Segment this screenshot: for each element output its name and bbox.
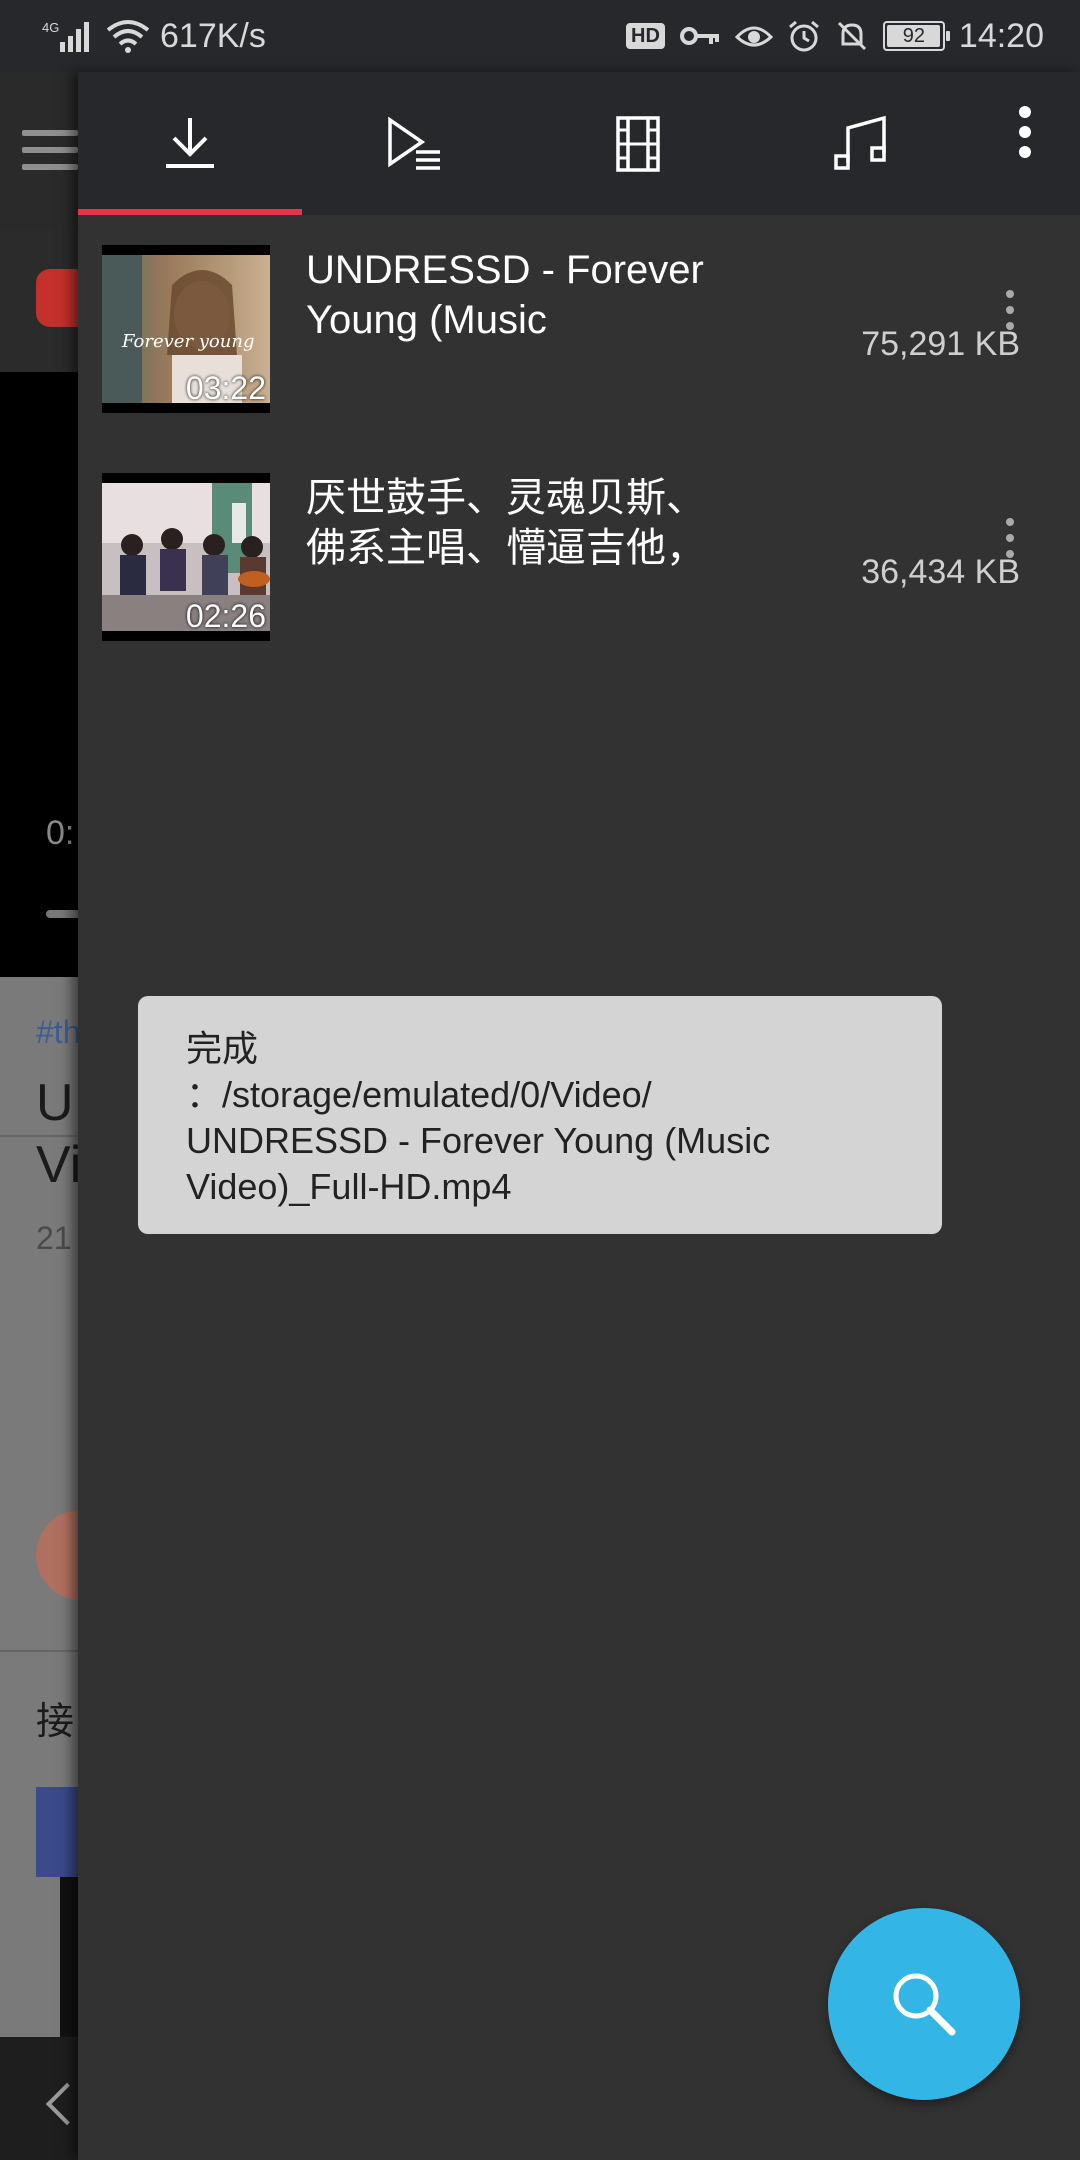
list-item[interactable]: 02:26 厌世鼓手、灵魂贝斯、佛系主唱、懵逼吉他， 36,434 KB — [78, 443, 1080, 671]
list-item[interactable]: Forever young 03:22 UNDRESSD - Forever Y… — [78, 215, 1080, 443]
back-icon[interactable] — [45, 2082, 78, 2126]
background-video-title: U Vi — [36, 1074, 78, 1194]
background-app: 0: #th U Vi 21 接 — [0, 72, 78, 2160]
tab-bar — [78, 72, 1080, 215]
divider — [0, 1135, 78, 1137]
signal-icon: 4G — [40, 18, 96, 54]
svg-text:4G: 4G — [42, 20, 59, 35]
clock: 14:20 — [958, 16, 1044, 55]
background-app-toolbar — [0, 72, 78, 227]
tab-downloads[interactable] — [78, 72, 302, 215]
svg-text:Forever young: Forever young — [121, 331, 254, 352]
tab-music[interactable] — [750, 72, 974, 215]
background-video-time: 0: — [46, 814, 75, 852]
file-size: 75,291 KB — [861, 325, 1020, 363]
video-title: UNDRESSD - Forever Young (Music — [306, 248, 704, 342]
background-video-player[interactable] — [0, 372, 78, 977]
film-icon — [616, 115, 660, 172]
video-thumbnail: 02:26 — [102, 473, 270, 641]
download-complete-toast: 完成 ：/storage/emulated/0/Video/ UNDRESSD … — [138, 996, 942, 1234]
key-icon — [679, 24, 721, 48]
background-video-subtitle: 21 — [36, 1220, 72, 1256]
search-icon — [893, 1973, 956, 2036]
hd-icon: HD — [626, 23, 665, 49]
playlist-icon — [388, 116, 440, 170]
divider — [0, 1650, 78, 1652]
toast-message: 完成 ：/storage/emulated/0/Video/ UNDRESSD … — [186, 1028, 771, 1207]
notifications-off-icon — [835, 19, 869, 53]
download-icon — [166, 117, 214, 168]
video-thumbnail: Forever young 03:22 — [102, 245, 270, 413]
wifi-icon — [106, 18, 150, 54]
background-hashtag[interactable]: #th — [36, 1014, 78, 1051]
eye-icon — [734, 21, 773, 51]
background-seek-bar[interactable] — [46, 910, 78, 918]
background-app-header — [0, 227, 78, 372]
video-duration: 02:26 — [185, 598, 266, 634]
search-button[interactable] — [828, 1908, 1020, 2100]
background-up-next-label: 接 — [36, 1701, 75, 1743]
video-title: 厌世鼓手、灵魂贝斯、佛系主唱、懵逼吉他， — [306, 476, 706, 570]
navigation-bar — [0, 2037, 78, 2160]
battery-icon: 92 — [882, 21, 950, 51]
file-size: 36,434 KB — [861, 553, 1020, 591]
music-note-icon — [834, 115, 886, 170]
background-next-thumbnail[interactable] — [36, 1787, 78, 1877]
download-list: Forever young 03:22 UNDRESSD - Forever Y… — [78, 215, 1080, 671]
tab-video[interactable] — [526, 72, 750, 215]
video-duration: 03:22 — [185, 370, 266, 406]
hamburger-menu-icon[interactable] — [22, 130, 78, 170]
network-speed: 617K/s — [160, 16, 266, 55]
youtube-logo-icon — [36, 269, 78, 327]
overflow-menu-icon[interactable] — [970, 72, 1080, 192]
alarm-icon — [787, 19, 821, 53]
battery-level: 92 — [902, 24, 926, 47]
tab-playlist[interactable] — [302, 72, 526, 215]
status-bar: 4G 617K/s HD 92 14:20 — [0, 0, 1080, 72]
